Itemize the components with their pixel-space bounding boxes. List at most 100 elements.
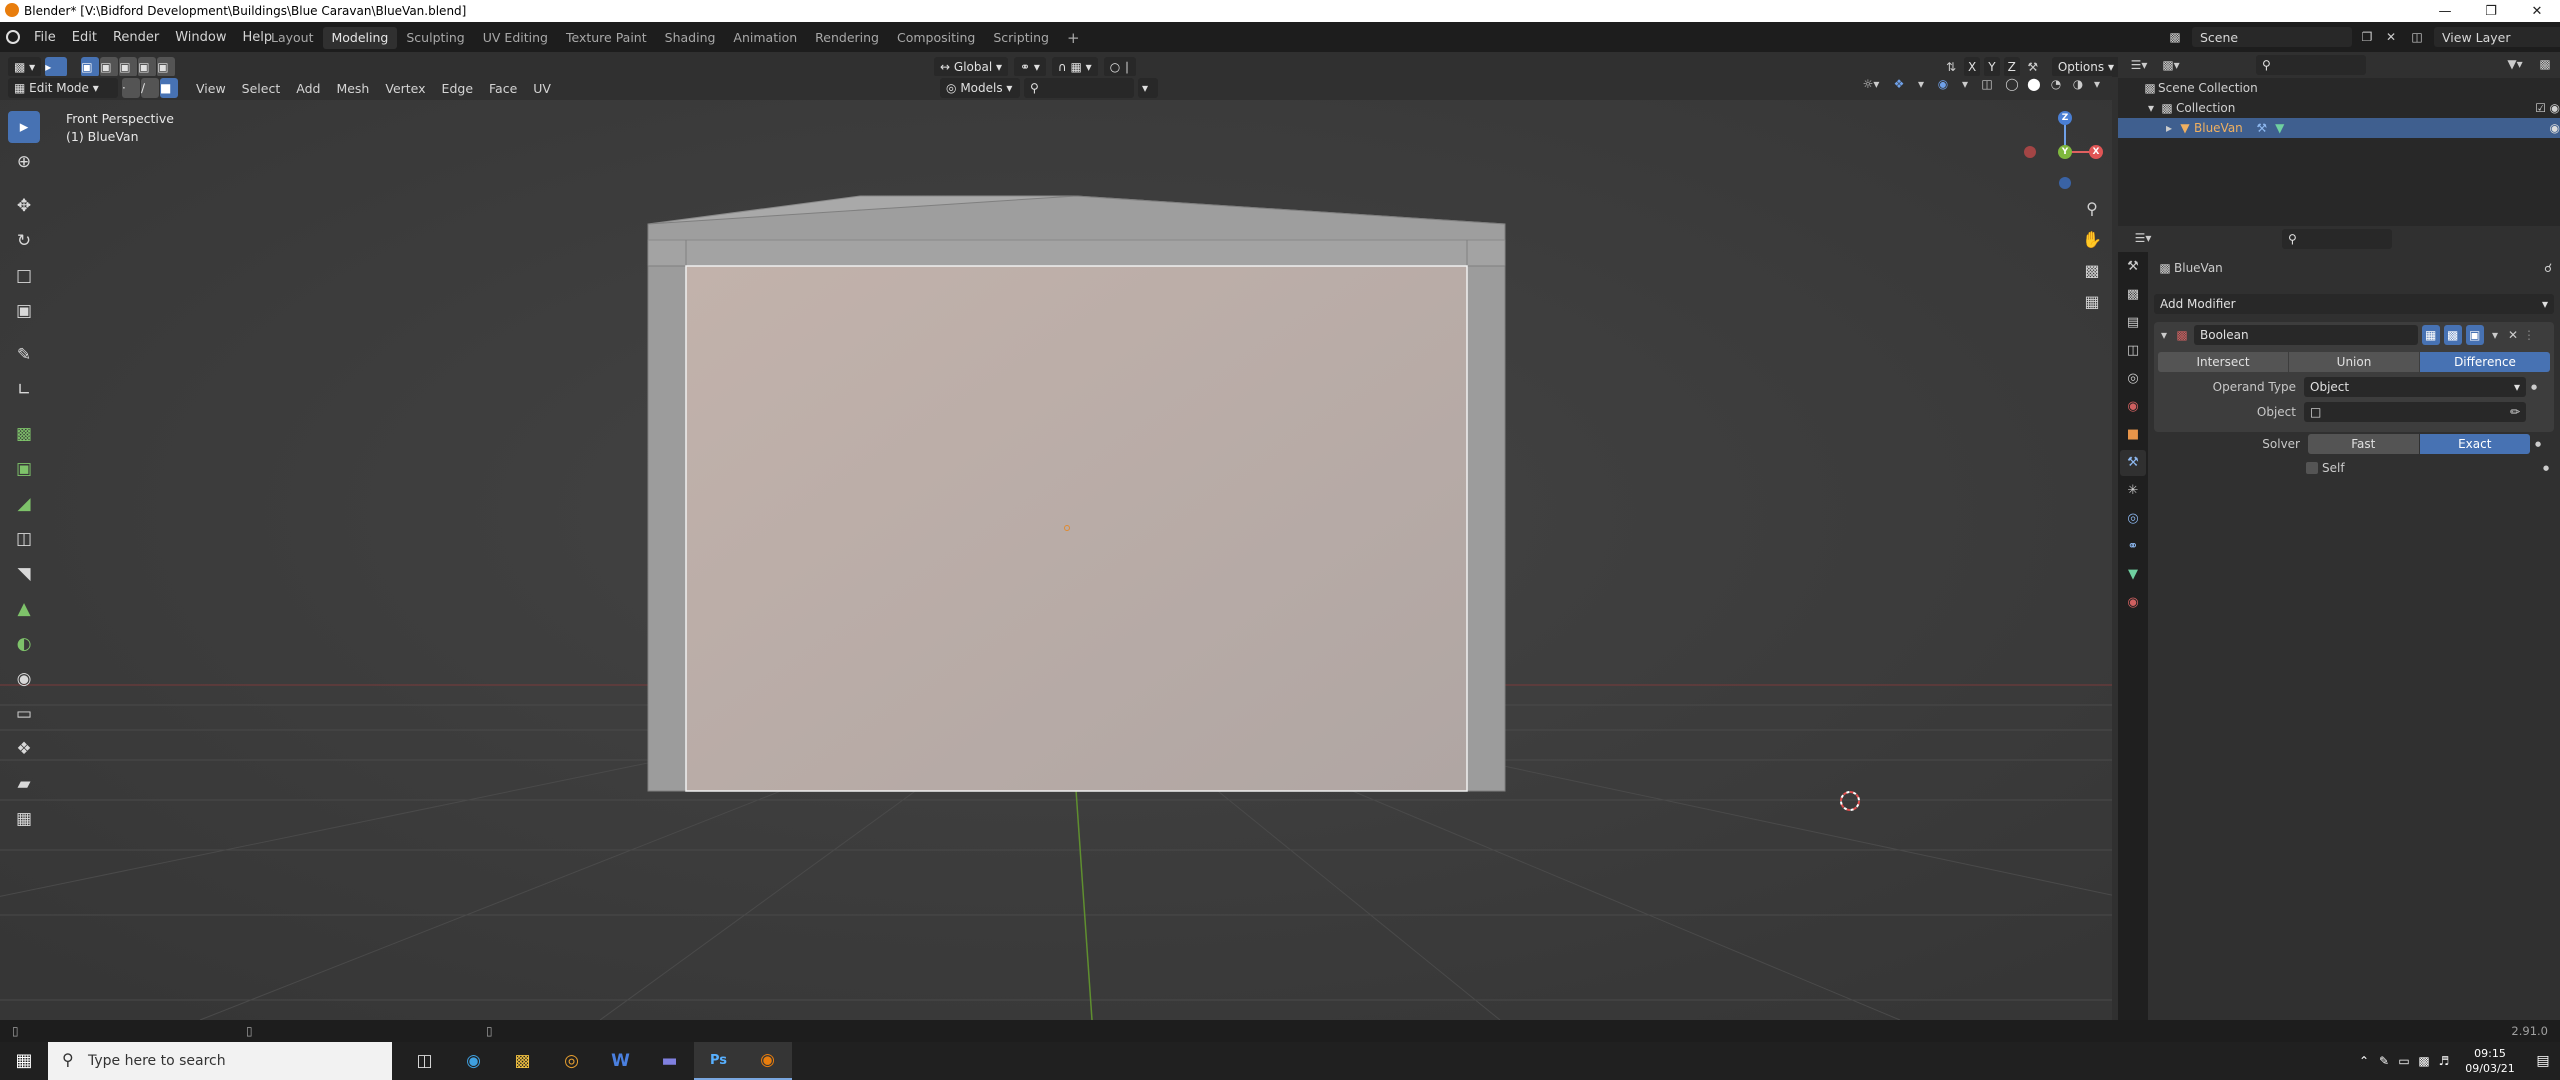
drag-handle-icon[interactable]: ⋮ bbox=[2523, 329, 2535, 341]
view-layer-field[interactable]: View Layer bbox=[2434, 27, 2560, 47]
edge-select-icon[interactable]: ∕ bbox=[141, 78, 159, 98]
operand-type-dropdown[interactable]: Object ▾ bbox=[2304, 377, 2526, 397]
view-layer-tab-icon[interactable]: ◫ bbox=[2120, 338, 2146, 364]
keyframe-dot-icon[interactable]: ● bbox=[2538, 464, 2554, 472]
scene-field[interactable]: Scene bbox=[2192, 27, 2352, 47]
select-mode-intersect-icon[interactable]: ▣ bbox=[157, 57, 176, 77]
pan-hand-icon[interactable]: ✋ bbox=[2078, 226, 2106, 254]
cursor-tool-icon[interactable]: ⊕ bbox=[8, 146, 40, 178]
zoom-icon[interactable]: ⚲ bbox=[2078, 195, 2106, 223]
shading-material-icon[interactable]: ◔ bbox=[2048, 78, 2064, 90]
mirror-z-button[interactable]: Z bbox=[2003, 57, 2020, 77]
filter-dropdown[interactable]: ▾ bbox=[1138, 78, 1158, 98]
view-layer-icon[interactable]: ◫ bbox=[2406, 31, 2428, 43]
select-box-tool-button[interactable]: ▸ bbox=[45, 57, 68, 77]
3d-viewport[interactable]: Z X Y Front Perspective (1) BlueVan bbox=[0, 100, 2112, 1020]
add-modifier-dropdown[interactable]: Add Modifier ▾ bbox=[2154, 294, 2554, 314]
outliner-scene-collection[interactable]: ▩ Scene Collection bbox=[2118, 78, 2560, 98]
selected-face[interactable] bbox=[685, 265, 1468, 792]
output-tab-icon[interactable]: ▤ bbox=[2120, 310, 2146, 336]
smooth-tool-icon[interactable]: ◉ bbox=[8, 663, 40, 695]
render-tab-icon[interactable]: ▩ bbox=[2120, 282, 2146, 308]
new-collection-icon[interactable]: ▩ bbox=[2534, 58, 2556, 70]
mirror-x-button[interactable]: X bbox=[1964, 57, 1981, 77]
close-icon[interactable]: ✕ bbox=[2514, 0, 2560, 22]
modifier-menu-icon[interactable]: ▾ bbox=[2488, 329, 2502, 341]
menu-uv[interactable]: UV bbox=[525, 81, 559, 96]
new-scene-icon[interactable]: ❐ bbox=[2358, 31, 2376, 43]
collapse-arrow-icon[interactable]: ▾ bbox=[2158, 329, 2170, 341]
gizmo-toggle-icon[interactable]: ❖ bbox=[1888, 78, 1910, 90]
expand-arrow-icon[interactable]: ▸ bbox=[2162, 122, 2176, 134]
shrink-fatten-icon[interactable]: ❖ bbox=[8, 733, 40, 765]
transform-tool-icon[interactable]: ▣ bbox=[8, 295, 40, 327]
constraints-tab-icon[interactable]: ⚭ bbox=[2120, 534, 2146, 560]
shading-wireframe-icon[interactable]: ◯ bbox=[2004, 78, 2020, 90]
edit-mode-toggle-icon[interactable]: ▦ bbox=[2422, 325, 2440, 345]
pivot-point-dropdown[interactable]: ⚭ ▾ bbox=[1014, 57, 1046, 77]
task-view-icon[interactable]: ◫ bbox=[400, 1042, 449, 1080]
bevel-tool-icon[interactable]: ◢ bbox=[8, 488, 40, 520]
taskbar-search-input[interactable]: ⚲ Type here to search bbox=[48, 1042, 392, 1080]
eyedropper-icon[interactable]: ✏ bbox=[2510, 406, 2520, 418]
self-checkbox[interactable] bbox=[2306, 462, 2318, 474]
shading-rendered-icon[interactable]: ◑ bbox=[2070, 78, 2086, 90]
outliner-collection[interactable]: ▾ ▩ Collection ☑ ◉ bbox=[2118, 98, 2560, 118]
collection-checkbox-icon[interactable]: ☑ bbox=[2535, 102, 2546, 114]
gizmo-dropdown-icon[interactable]: ▾ bbox=[1916, 78, 1926, 90]
pin-icon[interactable]: ☌ bbox=[2544, 262, 2552, 274]
object-picker-field[interactable]: □ ✏ bbox=[2304, 402, 2526, 422]
notifications-icon[interactable]: ▤ bbox=[2526, 1054, 2560, 1068]
menu-vertex[interactable]: Vertex bbox=[377, 81, 433, 96]
wrench-icon[interactable]: ⚒ bbox=[2024, 61, 2042, 73]
object-tab-icon[interactable]: ■ bbox=[2120, 422, 2146, 448]
menu-face[interactable]: Face bbox=[481, 81, 525, 96]
outliner-object-bluevan[interactable]: ▸ ▼ BlueVan ⚒ ▼ ◉ bbox=[2118, 118, 2560, 138]
loop-cut-icon[interactable]: ◫ bbox=[8, 523, 40, 555]
menu-window[interactable]: Window bbox=[167, 30, 234, 45]
xray-icon[interactable]: ◫ bbox=[1976, 78, 1998, 90]
tab-sculpting[interactable]: Sculpting bbox=[397, 27, 473, 49]
render-toggle-icon[interactable]: ▣ bbox=[2466, 325, 2484, 345]
tab-layout[interactable]: Layout bbox=[262, 27, 323, 49]
overlay-toggle-icon[interactable]: ◉ bbox=[1932, 78, 1954, 90]
select-mode-invert-icon[interactable]: ▣ bbox=[138, 57, 157, 77]
tab-texture-paint[interactable]: Texture Paint bbox=[557, 27, 656, 49]
particles-tab-icon[interactable]: ✳ bbox=[2120, 478, 2146, 504]
viewport-search-input[interactable]: ⚲ bbox=[1024, 78, 1134, 98]
gizmo-neg-z-icon[interactable] bbox=[2059, 177, 2071, 189]
network-icon[interactable]: ▩ bbox=[2414, 1055, 2434, 1067]
modifier-wrench-icon[interactable]: ⚒ bbox=[2253, 122, 2271, 134]
restore-icon[interactable]: ❐ bbox=[2468, 0, 2514, 22]
menu-edge[interactable]: Edge bbox=[434, 81, 481, 96]
collection-eye-icon[interactable]: ◉ bbox=[2550, 102, 2560, 114]
physics-tab-icon[interactable]: ◎ bbox=[2120, 506, 2146, 532]
vertex-select-icon[interactable]: ⋅ bbox=[122, 78, 140, 98]
annotate-tool-icon[interactable]: ✎ bbox=[8, 339, 40, 371]
remove-modifier-icon[interactable]: ✕ bbox=[2506, 329, 2520, 341]
tab-modeling[interactable]: Modeling bbox=[322, 27, 398, 49]
proportional-edit-toggle[interactable]: ○ ∣ bbox=[1103, 57, 1137, 77]
outliner-editor-icon[interactable]: ☰▾ bbox=[2126, 59, 2152, 71]
measure-tool-icon[interactable]: ∟ bbox=[8, 374, 40, 406]
grid-ortho-icon[interactable]: ▦ bbox=[2078, 288, 2106, 316]
windows-start-icon[interactable]: ▦ bbox=[0, 1042, 48, 1080]
mirror-y-button[interactable]: Y bbox=[1984, 57, 2000, 77]
delete-scene-icon[interactable]: ✕ bbox=[2382, 31, 2400, 43]
photoshop-icon[interactable]: Ps bbox=[694, 1042, 743, 1080]
media-app-icon[interactable]: ▬ bbox=[645, 1042, 694, 1080]
transform-orientation-dropdown[interactable]: ↔ Global ▾ bbox=[934, 57, 1009, 77]
battery-icon[interactable]: ▭ bbox=[2394, 1055, 2414, 1067]
mesh-bluevan[interactable] bbox=[647, 195, 1506, 792]
snap-toggle[interactable]: ∩ ▦ ▾ bbox=[1051, 57, 1098, 77]
material-tab-icon[interactable]: ◉ bbox=[2120, 590, 2146, 616]
blender-taskbar-icon[interactable]: ◉ bbox=[743, 1042, 792, 1080]
operation-intersect-button[interactable]: Intersect bbox=[2158, 352, 2288, 372]
face-select-icon[interactable]: ■ bbox=[160, 78, 178, 98]
scene-icon[interactable]: ▩ bbox=[2164, 31, 2186, 43]
add-workspace-icon[interactable]: + bbox=[1058, 27, 1089, 49]
object-eye-icon[interactable]: ◉ bbox=[2550, 122, 2560, 134]
tray-pen-icon[interactable]: ✎ bbox=[2374, 1055, 2394, 1067]
shading-dropdown-icon[interactable]: ▾ bbox=[2092, 78, 2102, 90]
move-tool-icon[interactable]: ✥ bbox=[8, 190, 40, 222]
